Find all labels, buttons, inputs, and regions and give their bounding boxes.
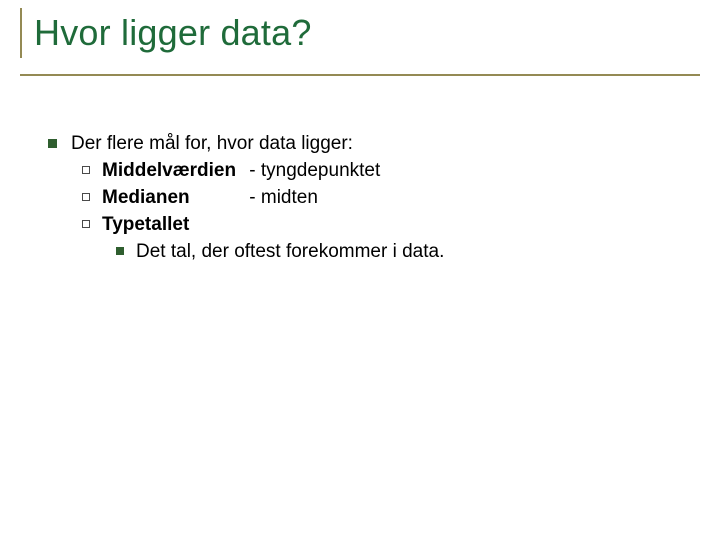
open-square-bullet-icon	[82, 220, 90, 228]
bullet-level2: Medianen - midten	[82, 184, 680, 211]
term-desc: - midten	[249, 187, 318, 208]
level2-text: Medianen - midten	[102, 184, 318, 211]
bullet-level3: Det tal, der oftest forekommer i data.	[116, 238, 680, 265]
square-bullet-icon	[116, 247, 124, 255]
slide-title: Hvor ligger data?	[34, 12, 312, 54]
term-bold: Middelværdien	[102, 157, 244, 184]
content-body: Der flere mål for, hvor data ligger: Mid…	[48, 130, 680, 265]
level2-text: Typetallet	[102, 211, 189, 238]
title-area: Hvor ligger data?	[20, 8, 700, 76]
bullet-level2: Typetallet	[82, 211, 680, 238]
level1-text: Der flere mål for, hvor data ligger:	[71, 130, 353, 157]
term-bold: Medianen	[102, 184, 244, 211]
title-accent-bar	[20, 8, 22, 58]
term-desc: - tyngdepunktet	[249, 160, 380, 181]
bullet-level2: Middelværdien - tyngdepunktet	[82, 157, 680, 184]
open-square-bullet-icon	[82, 166, 90, 174]
bullet-level1: Der flere mål for, hvor data ligger:	[48, 130, 680, 157]
term-bold: Typetallet	[102, 211, 189, 238]
square-bullet-icon	[48, 139, 57, 148]
slide: Hvor ligger data? Der flere mål for, hvo…	[0, 0, 720, 540]
level3-text: Det tal, der oftest forekommer i data.	[136, 238, 444, 265]
level2-text: Middelværdien - tyngdepunktet	[102, 157, 380, 184]
open-square-bullet-icon	[82, 193, 90, 201]
